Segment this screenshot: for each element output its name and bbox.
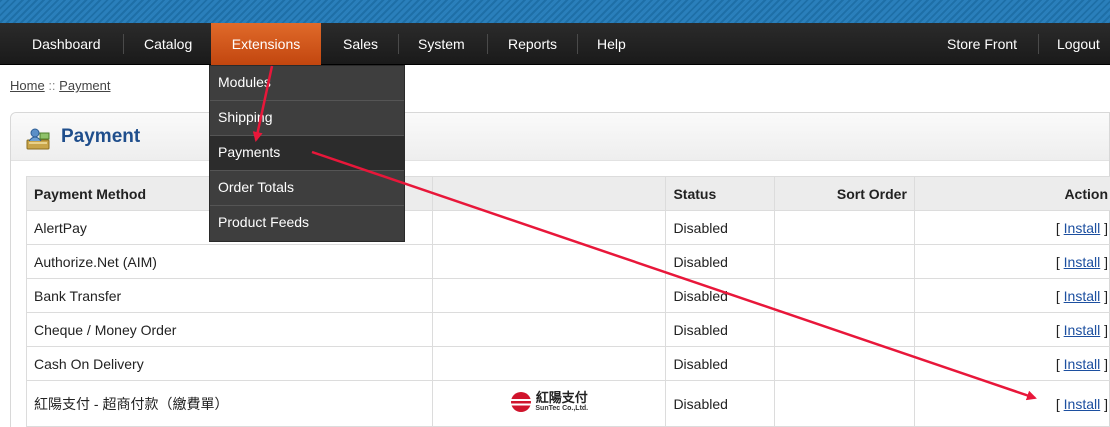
bracket-close: ]	[1104, 321, 1108, 338]
main-navbar: Dashboard Catalog Extensions Sales Syste…	[0, 23, 1110, 65]
table-row: Bank Transfer Disabled [ Install ]	[25, 278, 1110, 313]
column-header-action: Action	[913, 176, 1110, 211]
suntec-logo-icon	[511, 392, 532, 412]
action-cell: [ Install ]	[913, 380, 1110, 427]
payment-logo-cell	[432, 244, 667, 279]
table-row: Cash On Delivery Disabled [ Install ]	[25, 346, 1110, 381]
bracket-close: ]	[1104, 355, 1108, 372]
install-link[interactable]: Install	[1064, 322, 1101, 338]
nav-divider	[487, 34, 488, 54]
payment-sort-order	[773, 278, 915, 313]
top-banner-strip	[0, 0, 1110, 23]
nav-divider	[398, 34, 399, 54]
install-link[interactable]: Install	[1064, 356, 1101, 372]
bracket-close: ]	[1104, 395, 1108, 412]
payment-method-name: 紅陽支付 - 超商付款（繳費單）	[25, 380, 434, 427]
bracket-open: [	[1055, 287, 1060, 304]
payment-status: Disabled	[665, 244, 775, 279]
nav-system[interactable]: System	[418, 23, 465, 65]
payment-sort-order	[773, 312, 915, 347]
nav-store-front[interactable]: Store Front	[947, 23, 1017, 65]
table-header-row: Payment Method Status Sort Order Action	[25, 176, 1110, 211]
suntec-logo: 紅陽支付 SunTec Co.,Ltd.	[510, 391, 588, 413]
install-link[interactable]: Install	[1064, 396, 1101, 412]
column-header-blank	[432, 176, 667, 211]
page-title: Payment	[61, 126, 141, 147]
payment-status: Disabled	[665, 278, 775, 313]
payment-sort-order	[773, 380, 915, 427]
payment-methods-table: Payment Method Status Sort Order Action …	[25, 176, 1110, 427]
breadcrumb-separator: ::	[48, 78, 56, 93]
action-cell: [ Install ]	[913, 210, 1110, 245]
breadcrumb-current[interactable]: Payment	[59, 78, 110, 93]
payment-method-name: Cash On Delivery	[25, 346, 434, 381]
nav-logout[interactable]: Logout	[1057, 23, 1100, 65]
payment-logo-cell	[432, 278, 667, 313]
breadcrumb-home[interactable]: Home	[10, 78, 45, 93]
bracket-close: ]	[1104, 219, 1108, 236]
nav-catalog[interactable]: Catalog	[144, 23, 192, 65]
menu-item-shipping[interactable]: Shipping	[210, 101, 404, 136]
payment-method-name: Cheque / Money Order	[25, 312, 434, 347]
table-row: 紅陽支付 - 超商付款（繳費單） 紅陽支付 SunTec Co.,Ltd. Di…	[25, 380, 1110, 427]
payment-status: Disabled	[665, 346, 775, 381]
bracket-open: [	[1055, 395, 1060, 412]
action-cell: [ Install ]	[913, 346, 1110, 381]
action-cell: [ Install ]	[913, 244, 1110, 279]
nav-divider	[577, 34, 578, 54]
column-header-sort-order[interactable]: Sort Order	[773, 176, 915, 211]
menu-item-product-feeds[interactable]: Product Feeds	[210, 206, 404, 241]
nav-dashboard[interactable]: Dashboard	[32, 23, 101, 65]
payment-status: Disabled	[665, 210, 775, 245]
action-cell: [ Install ]	[913, 312, 1110, 347]
nav-reports[interactable]: Reports	[508, 23, 557, 65]
table-row: Cheque / Money Order Disabled [ Install …	[25, 312, 1110, 347]
payment-icon	[25, 127, 51, 154]
bracket-open: [	[1055, 355, 1060, 372]
column-header-status[interactable]: Status	[665, 176, 775, 211]
panel-header: Payment	[11, 113, 1109, 161]
payment-logo-cell: 紅陽支付 SunTec Co.,Ltd.	[432, 380, 667, 427]
payment-panel: Payment Payment Method Status Sort Order…	[10, 112, 1110, 427]
payment-logo-cell	[432, 346, 667, 381]
payment-sort-order	[773, 346, 915, 381]
nav-help[interactable]: Help	[597, 23, 626, 65]
payment-logo-cell	[432, 312, 667, 347]
bracket-open: [	[1055, 321, 1060, 338]
logo-sub-text: SunTec Co.,Ltd.	[535, 405, 589, 412]
nav-divider	[123, 34, 124, 54]
payment-logo-cell	[432, 210, 667, 245]
bracket-open: [	[1055, 253, 1060, 270]
menu-item-modules[interactable]: Modules	[210, 66, 404, 101]
table-row: AlertPay Disabled [ Install ]	[25, 210, 1110, 245]
payment-status: Disabled	[665, 312, 775, 347]
payment-status: Disabled	[665, 380, 775, 427]
bracket-close: ]	[1104, 287, 1108, 304]
nav-sales[interactable]: Sales	[343, 23, 378, 65]
payment-method-name: Bank Transfer	[25, 278, 434, 313]
bracket-close: ]	[1104, 253, 1108, 270]
menu-item-payments[interactable]: Payments	[210, 136, 404, 171]
nav-divider	[1038, 34, 1039, 54]
install-link[interactable]: Install	[1064, 254, 1101, 270]
table-row: Authorize.Net (AIM) Disabled [ Install ]	[25, 244, 1110, 279]
nav-extensions[interactable]: Extensions	[211, 23, 321, 65]
breadcrumb: Home :: Payment	[10, 78, 110, 93]
logo-main-text: 紅陽支付	[535, 391, 588, 406]
install-link[interactable]: Install	[1064, 220, 1101, 236]
payment-sort-order	[773, 244, 915, 279]
menu-item-order-totals[interactable]: Order Totals	[210, 171, 404, 206]
action-cell: [ Install ]	[913, 278, 1110, 313]
payment-method-name: Authorize.Net (AIM)	[25, 244, 434, 279]
extensions-dropdown-menu: Modules Shipping Payments Order Totals P…	[209, 65, 405, 242]
payment-sort-order	[773, 210, 915, 245]
install-link[interactable]: Install	[1064, 288, 1101, 304]
bracket-open: [	[1055, 219, 1060, 236]
